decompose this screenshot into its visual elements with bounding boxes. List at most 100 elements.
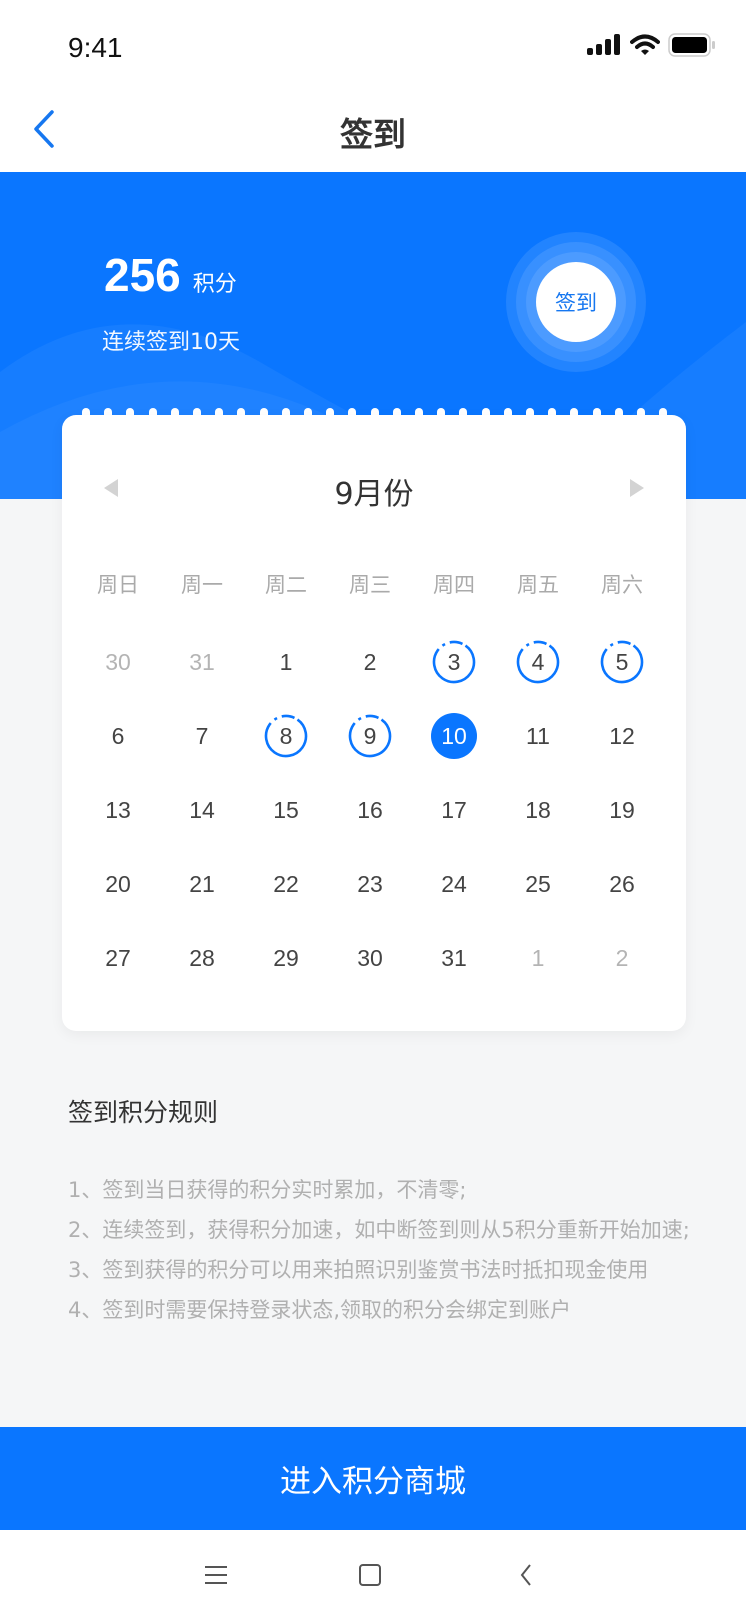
weekday-header: 周日 周一 周二 周三 周四 周五 周六 (76, 569, 664, 599)
calendar-day[interactable]: 27 (76, 921, 160, 995)
calendar-day-label: 1 (531, 944, 545, 971)
calendar-day-label: 6 (111, 722, 125, 749)
calendar-day[interactable]: 17 (412, 773, 496, 847)
calendar-day-other-month[interactable]: 1 (496, 921, 580, 995)
calendar-day-label: 31 (441, 944, 467, 971)
calendar-day-label: 16 (357, 796, 383, 823)
home-button[interactable] (350, 1558, 390, 1592)
calendar-days-grid: 30 31 1 2 3 4 5 6 7 8 9 10 11 12 13 14 15 16 17 18 19 20 21 22 2… (76, 625, 664, 995)
system-back-button[interactable] (506, 1558, 546, 1592)
home-square-icon (359, 1564, 381, 1586)
calendar-day[interactable]: 20 (76, 847, 160, 921)
weekday-label: 周六 (601, 573, 643, 597)
calendar-day-signed[interactable]: 8 (244, 699, 328, 773)
points-value: 256 (104, 249, 181, 301)
calendar-day[interactable]: 22 (244, 847, 328, 921)
rule-item: 4、签到时需要保持登录状态,领取的积分会绑定到账户 (68, 1298, 572, 1322)
calendar-day-label: 2 (363, 648, 377, 675)
rules-title: 签到积分规则 (68, 1098, 219, 1127)
calendar-day-label: 27 (105, 944, 131, 971)
calendar-day-other-month[interactable]: 30 (76, 625, 160, 699)
calendar-day[interactable]: 7 (160, 699, 244, 773)
calendar-day-label: 7 (195, 722, 209, 749)
calendar-day[interactable]: 15 (244, 773, 328, 847)
calendar-day-label: 19 (609, 796, 635, 823)
calendar-day[interactable]: 21 (160, 847, 244, 921)
rule-item: 2、连续签到，获得积分加速，如中断签到则从5积分重新开始加速; (68, 1218, 690, 1242)
calendar-day-label: 9 (363, 722, 377, 749)
signal-icon (587, 34, 620, 55)
page-title: 签到 (340, 115, 406, 154)
calendar-day-signed[interactable]: 3 (412, 625, 496, 699)
calendar-day-signed[interactable]: 4 (496, 625, 580, 699)
calendar-day[interactable]: 26 (580, 847, 664, 921)
calendar-day-label: 20 (105, 870, 131, 897)
calendar-day[interactable]: 19 (580, 773, 664, 847)
calendar-day-label: 1 (279, 648, 293, 675)
wifi-icon (630, 34, 660, 55)
calendar-day[interactable]: 31 (412, 921, 496, 995)
calendar-day-label: 26 (609, 870, 635, 897)
calendar-day[interactable]: 18 (496, 773, 580, 847)
calendar-day[interactable]: 13 (76, 773, 160, 847)
nav-bar: 签到 (0, 86, 746, 172)
calendar-day-label: 21 (189, 870, 215, 897)
calendar-card: 9月份 周日 周一 周二 周三 周四 周五 周六 30 31 1 2 3 4 5 6 7 8 9 10… (62, 415, 686, 1031)
calendar-day-label: 14 (189, 796, 215, 823)
calendar-day-label: 2 (615, 944, 629, 971)
calendar-day-label: 10 (441, 722, 467, 749)
calendar-day[interactable]: 2 (328, 625, 412, 699)
status-time: 9:41 (68, 32, 123, 63)
weekday-label: 周一 (181, 573, 223, 597)
menu-button[interactable] (196, 1558, 236, 1592)
rules-list: 1、签到当日获得的积分实时累加，不清零; 2、连续签到，获得积分加速，如中断签到… (68, 1170, 698, 1330)
calendar-day-label: 8 (279, 722, 293, 749)
calendar-day-label: 5 (615, 648, 629, 675)
calendar-day-label: 30 (105, 648, 131, 675)
calendar-day[interactable]: 6 (76, 699, 160, 773)
calendar-day[interactable]: 29 (244, 921, 328, 995)
calendar-day-label: 22 (273, 870, 299, 897)
calendar-day[interactable]: 12 (580, 699, 664, 773)
streak-text: 连续签到10天 (102, 330, 240, 355)
enter-points-mall-button[interactable]: 进入积分商城 (0, 1427, 746, 1530)
calendar-day[interactable]: 14 (160, 773, 244, 847)
calendar-day-label: 24 (441, 870, 467, 897)
calendar-day[interactable]: 16 (328, 773, 412, 847)
rule-item: 1、签到当日获得的积分实时累加，不清零; (68, 1178, 467, 1202)
sign-in-button[interactable]: 签到 (536, 262, 616, 342)
weekday-label: 周二 (265, 573, 307, 597)
battery-icon (668, 33, 715, 57)
calendar-day-label: 25 (525, 870, 551, 897)
calendar-day[interactable]: 11 (496, 699, 580, 773)
calendar-day-label: 17 (441, 796, 467, 823)
weekday-label: 周三 (349, 573, 391, 597)
calendar-day[interactable]: 25 (496, 847, 580, 921)
calendar-day-signed[interactable]: 9 (328, 699, 412, 773)
month-header: 9月份 (62, 467, 686, 512)
points-display: 256 积分 (104, 248, 237, 302)
calendar-day-today[interactable]: 10 (412, 699, 496, 773)
calendar-day[interactable]: 28 (160, 921, 244, 995)
calendar-day-label: 15 (273, 796, 299, 823)
calendar-day-signed[interactable]: 5 (580, 625, 664, 699)
calendar-day-label: 30 (357, 944, 383, 971)
status-icons (586, 33, 716, 57)
triangle-right-icon[interactable] (630, 479, 644, 497)
calendar-day-label: 13 (105, 796, 131, 823)
calendar-day-label: 4 (531, 648, 545, 675)
calendar-day[interactable]: 24 (412, 847, 496, 921)
calendar-day-other-month[interactable]: 2 (580, 921, 664, 995)
calendar-day[interactable]: 23 (328, 847, 412, 921)
calendar-day[interactable]: 1 (244, 625, 328, 699)
points-unit: 积分 (192, 272, 237, 297)
calendar-day-label: 3 (447, 648, 461, 675)
status-bar: 9:41 (0, 0, 746, 86)
weekday-label: 周日 (97, 573, 139, 597)
system-nav-bar (0, 1530, 746, 1620)
calendar-day[interactable]: 30 (328, 921, 412, 995)
month-title: 9月份 (334, 477, 414, 512)
calendar-day-label: 29 (273, 944, 299, 971)
weekday-label: 周四 (433, 573, 475, 597)
calendar-day-other-month[interactable]: 31 (160, 625, 244, 699)
